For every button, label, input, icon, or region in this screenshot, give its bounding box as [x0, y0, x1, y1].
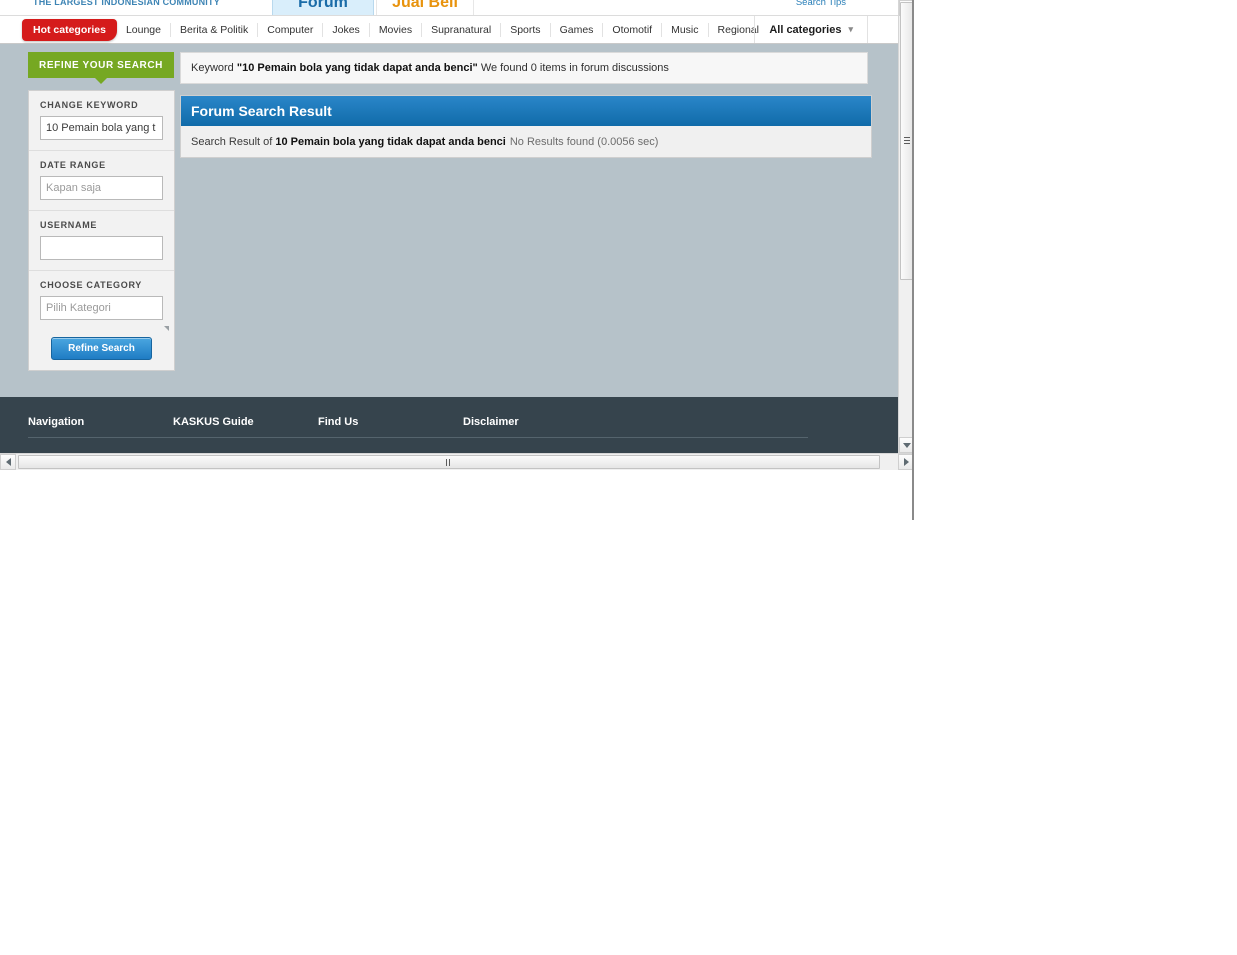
field-choose-category: CHOOSE CATEGORY — [29, 271, 174, 330]
label-date-range: DATE RANGE — [40, 160, 106, 170]
keyword-quoted: "10 Pemain bola yang tidak dapat anda be… — [236, 62, 478, 74]
footer-heading-disclaimer: Disclaimer — [463, 416, 519, 428]
caret-left-icon — [5, 458, 11, 466]
forum-search-result-body: Search Result of 10 Pemain bola yang tid… — [181, 126, 871, 157]
keyword-prefix: Keyword — [191, 62, 234, 74]
label-change-keyword: CHANGE KEYWORD — [40, 100, 139, 110]
forum-search-result-panel: Forum Search Result Search Result of 10 … — [180, 95, 872, 158]
nav-item-computer[interactable]: Computer — [258, 22, 324, 37]
date-range-input[interactable] — [40, 176, 163, 200]
nav-item-supranatural[interactable]: Supranatural — [422, 22, 502, 37]
label-username: USERNAME — [40, 220, 98, 230]
result-body-status: No Results found (0.0056 sec) — [509, 135, 659, 148]
search-tips-link[interactable]: Search Tips — [796, 0, 846, 8]
field-change-keyword: CHANGE KEYWORD — [29, 91, 174, 151]
nav-item-lounge[interactable]: Lounge — [117, 22, 171, 37]
nav-item-jokes[interactable]: Jokes — [323, 22, 370, 37]
nav-item-sports[interactable]: Sports — [501, 22, 551, 37]
footer-underline — [173, 437, 318, 438]
caret-right-icon — [903, 458, 909, 466]
refine-search-panel: CHANGE KEYWORD DATE RANGE USERNAME CHOOS… — [28, 90, 175, 371]
browser-window: THE LARGEST INDONESIAN COMMUNITY Forum J… — [0, 0, 914, 470]
refine-your-search-header: REFINE YOUR SEARCH — [28, 52, 174, 84]
forum-search-result-title: Forum Search Result — [181, 96, 871, 126]
hot-categories-button[interactable]: Hot categories — [22, 19, 117, 41]
caret-down-icon — [903, 442, 911, 448]
field-date-range: DATE RANGE — [29, 151, 174, 211]
page-viewport: THE LARGEST INDONESIAN COMMUNITY Forum J… — [0, 0, 898, 453]
footer-underline — [28, 437, 173, 438]
footer-heading-kaskus-guide: KASKUS Guide — [173, 416, 254, 428]
footer-heading-navigation: Navigation — [28, 416, 85, 428]
refine-submit-row: Refine Search — [29, 326, 174, 362]
all-categories-dropdown[interactable]: All categories ▾ — [754, 16, 868, 43]
category-nav-items: Hot categories Lounge Berita & Politik C… — [22, 16, 768, 43]
resize-grip-icon — [164, 326, 169, 331]
site-tagline: THE LARGEST INDONESIAN COMMUNITY — [33, 0, 220, 7]
site-header-strip: THE LARGEST INDONESIAN COMMUNITY Forum J… — [0, 0, 898, 17]
choose-category-input[interactable] — [40, 296, 163, 320]
result-body-prefix: Search Result of — [191, 135, 273, 148]
label-choose-category: CHOOSE CATEGORY — [40, 280, 143, 290]
footer-underline — [318, 437, 463, 438]
footer-col-kaskus-guide[interactable]: KASKUS Guide — [173, 416, 318, 447]
field-username: USERNAME — [29, 211, 174, 271]
footer-underline — [463, 437, 808, 438]
horizontal-scrollbar-thumb[interactable] — [18, 455, 880, 469]
scrollbar-grip-icon — [904, 137, 910, 144]
keyword-input[interactable] — [40, 116, 163, 140]
nav-item-otomotif[interactable]: Otomotif — [603, 22, 663, 37]
keyword-summary-bar: Keyword "10 Pemain bola yang tidak dapat… — [180, 52, 868, 84]
horizontal-scrollbar[interactable] — [0, 453, 914, 470]
site-footer: Navigation KASKUS Guide Find Us Disclaim… — [0, 397, 898, 453]
refine-search-button[interactable]: Refine Search — [51, 337, 152, 360]
scroll-left-button[interactable] — [0, 454, 16, 470]
result-body-term: 10 Pemain bola yang tidak dapat anda ben… — [275, 135, 506, 148]
footer-heading-find-us: Find Us — [318, 416, 359, 428]
footer-col-navigation[interactable]: Navigation — [28, 416, 173, 447]
nav-item-games[interactable]: Games — [551, 22, 604, 37]
screenshot-root: THE LARGEST INDONESIAN COMMUNITY Forum J… — [0, 0, 1237, 955]
nav-item-music[interactable]: Music — [662, 22, 709, 37]
username-input[interactable] — [40, 236, 163, 260]
category-nav-bar: Hot categories Lounge Berita & Politik C… — [0, 16, 898, 44]
scrollbar-grip-icon — [446, 459, 453, 466]
nav-item-movies[interactable]: Movies — [370, 22, 423, 37]
footer-col-find-us[interactable]: Find Us — [318, 416, 463, 447]
all-categories-label: All categories — [769, 23, 842, 36]
nav-item-berita-politik[interactable]: Berita & Politik — [171, 22, 259, 37]
keyword-suffix: We found 0 items in forum discussions — [480, 62, 669, 74]
footer-columns: Navigation KASKUS Guide Find Us Disclaim… — [28, 416, 808, 447]
window-right-edge — [912, 0, 914, 520]
footer-col-disclaimer[interactable]: Disclaimer — [463, 416, 808, 447]
chevron-down-icon: ▾ — [848, 24, 853, 34]
